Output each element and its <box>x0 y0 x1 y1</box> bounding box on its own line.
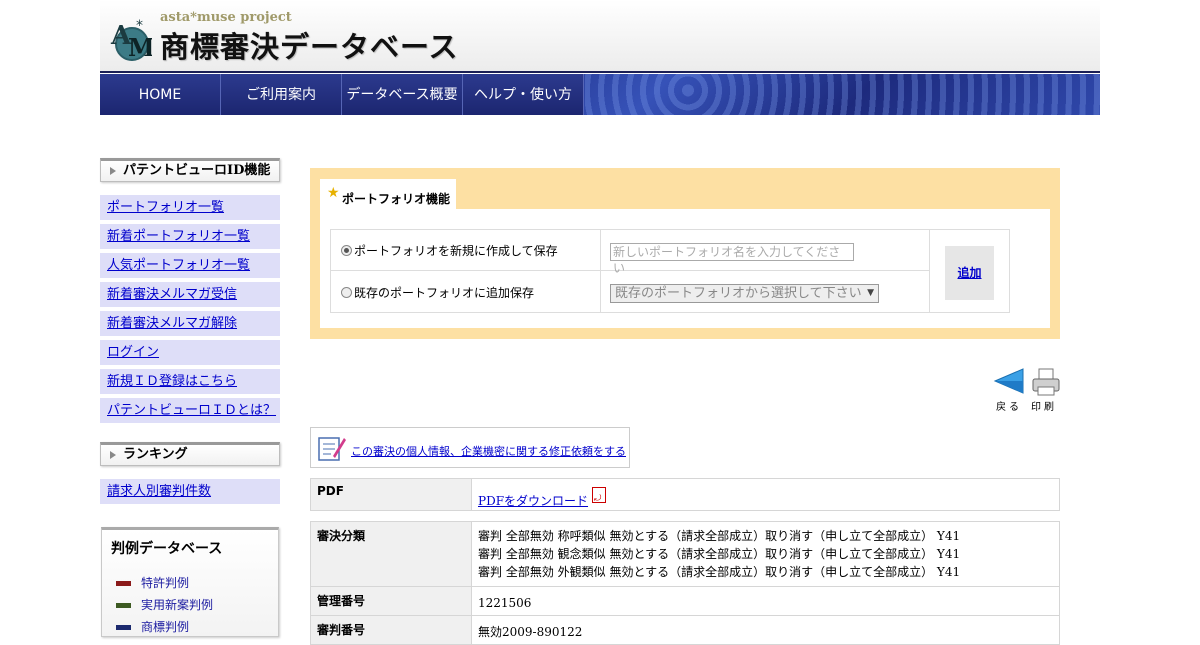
detail-value-trial: 無効2009-890122 <box>478 625 583 639</box>
back-arrow-icon[interactable] <box>993 367 1025 395</box>
sidebar-link[interactable]: 新規ＩＤ登録はこちら <box>107 374 237 389</box>
correction-request-link[interactable]: この審決の個人情報、企業機密に関する修正依頼をする <box>351 443 626 459</box>
sidebar-item-popular-portfolio: 人気ポートフォリオ一覧 <box>100 253 280 278</box>
existing-select-value: 既存のポートフォリオから選択して下さい <box>615 286 862 301</box>
triangle-icon <box>110 167 116 175</box>
radio-new-portfolio[interactable] <box>341 245 352 256</box>
svg-text:M: M <box>128 33 152 62</box>
detail-value-pdf: PDFをダウンロード ⤾ <box>472 479 1059 510</box>
db-item-patent[interactable]: 特許判例 <box>116 574 189 591</box>
sidebar-ranking-heading: ランキング <box>100 442 280 466</box>
pdf-icon[interactable]: ⤾ <box>591 487 606 504</box>
case-db-box: 判例データベース 特許判例 実用新案判例 商標判例 <box>101 527 279 637</box>
existing-portfolio-select[interactable]: 既存のポートフォリオから選択して下さい ▼ <box>610 284 879 303</box>
option-new-cell: ポートフォリオを新規に作成して保存 <box>331 230 601 271</box>
sidebar-item-ranking-claimant: 請求人別審判件数 <box>100 479 280 504</box>
detail-label-pdf: PDF <box>311 479 472 510</box>
sidebar-link[interactable]: 請求人別審判件数 <box>107 484 211 499</box>
nav-home[interactable]: HOME <box>100 74 221 115</box>
db-item-trademark[interactable]: 商標判例 <box>116 618 189 635</box>
logo-icon: A M * <box>110 18 152 62</box>
db-item-label: 実用新案判例 <box>141 598 214 612</box>
sidebar-link[interactable]: パテントビューロＩＤとは？ <box>107 403 276 418</box>
dropdown-arrow-icon: ▼ <box>867 288 874 298</box>
back-label[interactable]: 戻る <box>996 398 1022 413</box>
add-link[interactable]: 追加 <box>957 266 981 280</box>
nav-guide[interactable]: ご利用案内 <box>221 74 342 115</box>
sidebar-id-title: パテントビューロID機能 <box>123 163 271 178</box>
radio-existing-portfolio[interactable] <box>341 287 352 298</box>
main-nav: HOME ご利用案内 データベース概要 ヘルプ・使い方 <box>100 74 1100 115</box>
pdf-download-link[interactable]: PDFをダウンロード <box>478 494 588 508</box>
detail-row-trial: 審判番号 無効2009-890122 <box>310 615 1060 645</box>
category-line: 審判 全部無効 称呼類似 無効とする（請求全部成立）取り消す（申し立て全部成立）… <box>478 529 961 543</box>
category-line: 審判 全部無効 観念類似 無効とする（請求全部成立）取り消す（申し立て全部成立）… <box>478 547 961 561</box>
detail-label-management: 管理番号 <box>311 587 472 615</box>
site-title[interactable]: 商標審決データベース <box>160 24 459 66</box>
add-button[interactable]: 追加 <box>945 246 994 300</box>
nav-db-overview[interactable]: データベース概要 <box>342 74 463 115</box>
sidebar-link[interactable]: 人気ポートフォリオ一覧 <box>107 258 250 273</box>
triangle-icon <box>110 451 116 459</box>
svg-text:*: * <box>136 18 143 34</box>
detail-value-management: 1221506 <box>478 596 532 610</box>
sidebar-item-about-id: パテントビューロＩＤとは？ <box>100 398 280 423</box>
detail-label-trial: 審判番号 <box>311 616 472 644</box>
printer-icon[interactable] <box>1031 367 1061 397</box>
portfolio-tab-label: ポートフォリオ機能 <box>342 192 451 206</box>
sidebar-item-login: ログイン <box>100 340 280 365</box>
sidebar-link[interactable]: 新着ポートフォリオ一覧 <box>107 229 250 244</box>
new-name-cell: 新しいポートフォリオ名を入力してください <box>601 230 930 275</box>
sidebar-item-newsletter-subscribe: 新着審決メルマガ受信 <box>100 282 280 307</box>
new-portfolio-name-input[interactable]: 新しいポートフォリオ名を入力してください <box>610 243 854 275</box>
db-item-label: 特許判例 <box>141 576 190 590</box>
detail-value-category: 審判 全部無効 称呼類似 無効とする（請求全部成立）取り消す（申し立て全部成立）… <box>472 522 1059 586</box>
correction-request-box: この審決の個人情報、企業機密に関する修正依頼をする <box>310 427 630 468</box>
color-swatch <box>116 581 131 586</box>
category-line: 審判 全部無効 外観類似 無効とする（請求全部成立）取り消す（申し立て全部成立）… <box>478 565 961 579</box>
sidebar-item-newsletter-unsubscribe: 新着審決メルマガ解除 <box>100 311 280 336</box>
color-swatch <box>116 603 131 608</box>
portfolio-form: ポートフォリオを新規に作成して保存 既存のポートフォリオに追加保存 新しいポート… <box>330 229 1010 313</box>
option-existing-cell: 既存のポートフォリオに追加保存 <box>331 271 601 313</box>
sidebar-item-new-portfolio: 新着ポートフォリオ一覧 <box>100 224 280 249</box>
sidebar-id-heading: パテントビューロID機能 <box>100 158 280 182</box>
site-header: A M * asta*muse project 商標審決データベース <box>100 0 1100 73</box>
option-existing-label: 既存のポートフォリオに追加保存 <box>354 286 535 300</box>
color-swatch <box>116 625 131 630</box>
sidebar-item-portfolio-list: ポートフォリオ一覧 <box>100 195 280 220</box>
option-new-label: ポートフォリオを新規に作成して保存 <box>354 244 558 258</box>
nav-decoration <box>585 74 1100 115</box>
nav-help[interactable]: ヘルプ・使い方 <box>463 74 584 115</box>
db-item-label: 商標判例 <box>141 620 190 634</box>
case-db-title: 判例データベース <box>111 541 223 557</box>
detail-row-pdf: PDF PDFをダウンロード ⤾ <box>310 478 1060 511</box>
sidebar-link[interactable]: ポートフォリオ一覧 <box>107 200 224 215</box>
detail-label-category: 審決分類 <box>311 522 472 586</box>
portfolio-tab: ★ ポートフォリオ機能 <box>320 179 456 211</box>
db-item-utility[interactable]: 実用新案判例 <box>116 596 213 613</box>
detail-row-management: 管理番号 1221506 <box>310 586 1060 616</box>
sidebar-item-register: 新規ＩＤ登録はこちら <box>100 369 280 394</box>
sidebar-link[interactable]: 新着審決メルマガ解除 <box>107 316 237 331</box>
detail-row-category: 審決分類 審判 全部無効 称呼類似 無効とする（請求全部成立）取り消す（申し立て… <box>310 521 1060 587</box>
sidebar-ranking-title: ランキング <box>123 447 188 462</box>
sidebar-link[interactable]: 新着審決メルマガ受信 <box>107 287 237 302</box>
logo-subtitle: asta*muse project <box>160 10 292 25</box>
sidebar-link[interactable]: ログイン <box>107 345 159 360</box>
star-icon: ★ <box>327 185 340 201</box>
print-label[interactable]: 印刷 <box>1031 398 1057 413</box>
existing-select-cell: 既存のポートフォリオから選択して下さい ▼ <box>601 271 930 313</box>
edit-note-icon <box>318 437 346 461</box>
